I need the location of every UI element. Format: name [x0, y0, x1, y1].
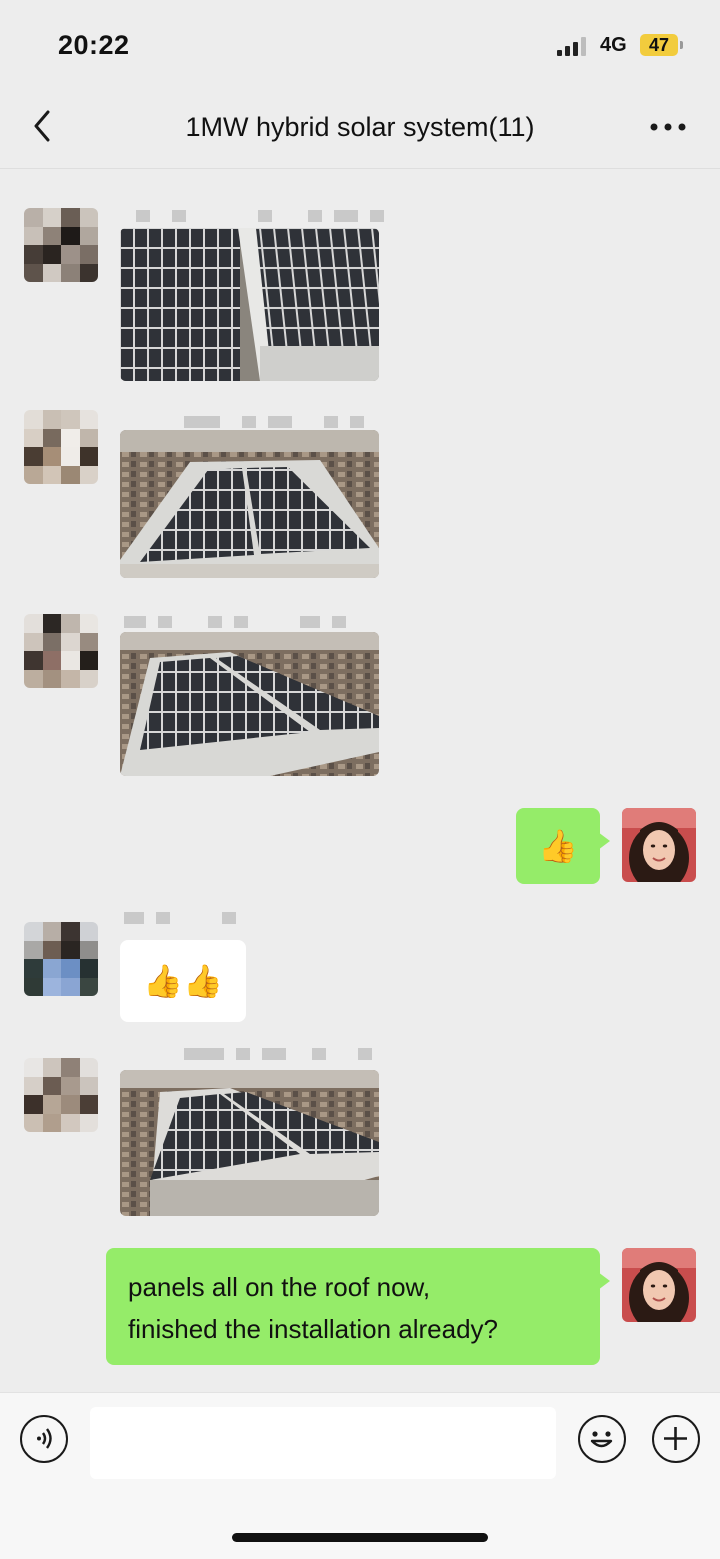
chevron-left-icon[interactable] — [26, 106, 66, 146]
thumbs-up-emoji: 👍 — [538, 828, 578, 864]
message-line: finished the installation already? — [128, 1314, 499, 1344]
status-bar: 20:22 4G 47 — [0, 0, 720, 90]
more-dots-icon[interactable] — [646, 112, 690, 142]
avatar[interactable] — [24, 922, 98, 996]
voice-icon[interactable] — [20, 1415, 68, 1463]
chat-image[interactable] — [120, 430, 379, 578]
message-input[interactable] — [90, 1407, 556, 1479]
outgoing-message[interactable]: 👍 — [516, 808, 610, 884]
outgoing-message[interactable]: panels all on the roof now, finished the… — [106, 1248, 610, 1368]
message-line: panels all on the roof now, — [128, 1272, 431, 1302]
chat-image[interactable] — [120, 1070, 379, 1216]
emoji-icon[interactable] — [578, 1415, 626, 1463]
battery-tip — [680, 41, 683, 49]
message-text: panels all on the roof now, finished the… — [106, 1248, 600, 1368]
sender-name-blurred — [184, 416, 376, 430]
input-bar — [0, 1392, 720, 1559]
sender-name-blurred — [124, 616, 358, 630]
sender-name-blurred — [136, 210, 396, 224]
avatar[interactable] — [24, 208, 98, 282]
status-time: 20:22 — [58, 30, 130, 60]
avatar[interactable] — [24, 410, 98, 484]
plus-icon[interactable] — [652, 1415, 700, 1463]
avatar[interactable] — [24, 614, 98, 688]
incoming-message[interactable]: 👍👍 — [120, 940, 246, 1022]
signal-icon — [557, 36, 591, 56]
avatar[interactable] — [24, 1058, 98, 1132]
sender-name-blurred — [124, 912, 248, 926]
battery-icon: 47 — [640, 34, 678, 56]
network-type: 4G — [600, 34, 627, 56]
my-avatar[interactable] — [622, 808, 696, 882]
chat-image[interactable] — [120, 632, 379, 776]
my-avatar[interactable] — [622, 1248, 696, 1322]
chat-title: 1MW hybrid solar system(11) — [185, 112, 535, 142]
chat-image[interactable] — [120, 228, 379, 381]
header-divider — [0, 168, 720, 169]
thumbs-up-emoji: 👍👍 — [143, 963, 223, 999]
home-indicator — [232, 1533, 488, 1542]
chat-header: 1MW hybrid solar system(11) — [0, 90, 720, 168]
sender-name-blurred — [184, 1048, 384, 1062]
